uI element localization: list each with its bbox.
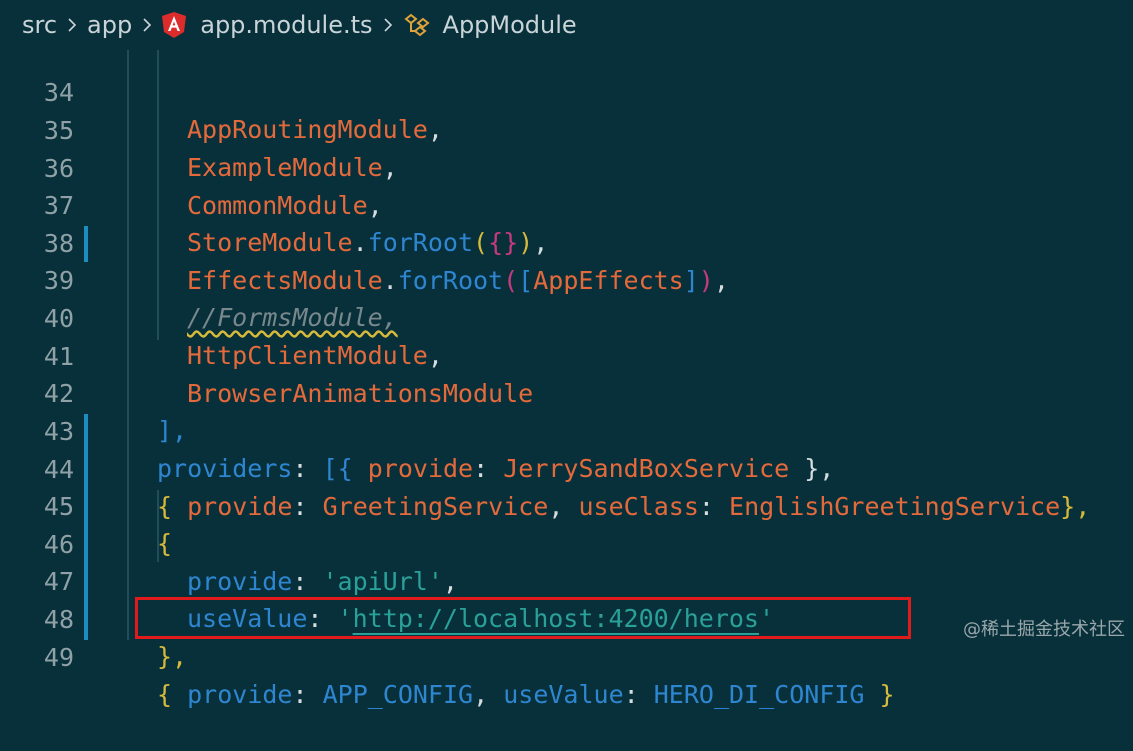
chevron-right-icon — [381, 18, 395, 32]
code-line[interactable]: 37 StoreModule.forRoot({}), — [0, 149, 1133, 258]
highlight-box — [135, 597, 911, 639]
code-line[interactable]: 45 { — [0, 450, 1133, 559]
code-line[interactable]: 43 providers: [{ provide: JerrySandBoxSe… — [0, 375, 1133, 484]
code-token: : — [623, 680, 654, 710]
code-line[interactable]: 40 HttpClientModule, — [0, 262, 1133, 371]
code-line[interactable]: 48 }, — [0, 563, 1133, 672]
code-token: provide — [172, 680, 293, 710]
class-symbol-icon — [403, 13, 431, 37]
code-token: } — [864, 680, 895, 710]
code-token: HERO_DI_CONFIG — [653, 680, 865, 710]
code-line[interactable]: 36 CommonModule, — [0, 112, 1133, 221]
code-token: : — [292, 680, 323, 710]
code-line[interactable]: 35 ExampleModule, — [0, 74, 1133, 183]
watermark: @稀土掘金技术社区 — [963, 619, 1125, 640]
code-line[interactable]: 44 { provide: GreetingService, useClass:… — [0, 413, 1133, 522]
code-token: APP_CONFIG — [322, 680, 474, 710]
code-line[interactable]: 39 //FormsModule, — [0, 224, 1133, 333]
angular-icon — [162, 12, 187, 38]
breadcrumb-item-app[interactable]: app — [87, 11, 132, 39]
code-line[interactable]: 38 EffectsModule.forRoot([AppEffects]), — [0, 187, 1133, 296]
code-token: , — [473, 680, 504, 710]
breadcrumb-item-src[interactable]: src — [22, 11, 57, 39]
breadcrumb-item-symbol[interactable]: AppModule — [443, 11, 577, 39]
line-number: 49 — [43, 642, 74, 672]
chevron-right-icon — [140, 18, 154, 32]
chevron-right-icon — [65, 18, 79, 32]
code-line[interactable]: 42 ], — [0, 337, 1133, 446]
code-token: }, — [157, 642, 188, 672]
breadcrumb: src app app.module.ts AppModule — [0, 0, 1133, 50]
code-line[interactable]: 41 BrowserAnimationsModule — [0, 300, 1133, 409]
code-token: useValue — [503, 680, 624, 710]
code-token: { — [157, 680, 173, 710]
code-line[interactable]: 47 useValue: 'http://localhost:4200/hero… — [0, 525, 1133, 634]
breadcrumb-item-file[interactable]: app.module.ts — [200, 11, 372, 39]
code-line[interactable]: 46 provide: 'apiUrl', — [0, 488, 1133, 597]
code-editor[interactable]: 34 AppRoutingModule, 35 ExampleModule, 3… — [0, 0, 1133, 709]
